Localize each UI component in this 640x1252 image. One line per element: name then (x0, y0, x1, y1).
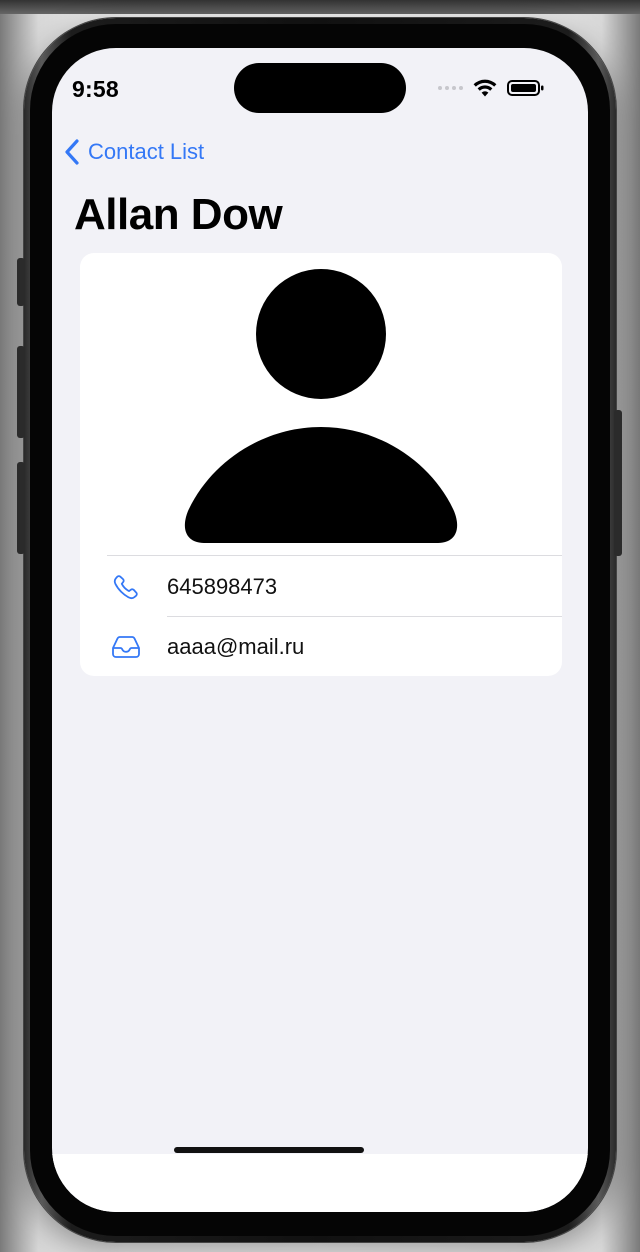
back-button[interactable]: Contact List (64, 138, 204, 166)
phone-icon (111, 572, 141, 602)
chevron-left-icon (65, 139, 79, 165)
home-indicator[interactable] (174, 1147, 364, 1153)
side-power-button (614, 410, 622, 556)
window-top-edge (0, 0, 640, 14)
tray-icon (111, 632, 141, 662)
action-button (17, 258, 25, 306)
volume-down-button (17, 462, 25, 554)
phone-row[interactable]: 645898473 (80, 557, 562, 617)
volume-up-button (17, 346, 25, 438)
email-row[interactable]: aaaa@mail.ru (80, 617, 562, 676)
status-icons (438, 76, 545, 100)
wifi-icon (473, 79, 497, 97)
divider (107, 555, 562, 556)
phone-number: 645898473 (167, 574, 278, 599)
dynamic-island (234, 63, 406, 113)
bottom-safe-area (52, 1154, 588, 1212)
email-address: aaaa@mail.ru (167, 634, 305, 659)
battery-icon (507, 80, 544, 96)
signal-dots-icon (438, 86, 463, 90)
page-title: Allan Dow (74, 190, 283, 239)
person-silhouette-icon (184, 269, 458, 543)
back-button-label: Contact List (88, 139, 205, 164)
contact-card: 645898473 aaaa@mail.ru (80, 253, 562, 676)
status-time: 9:58 (72, 76, 119, 102)
